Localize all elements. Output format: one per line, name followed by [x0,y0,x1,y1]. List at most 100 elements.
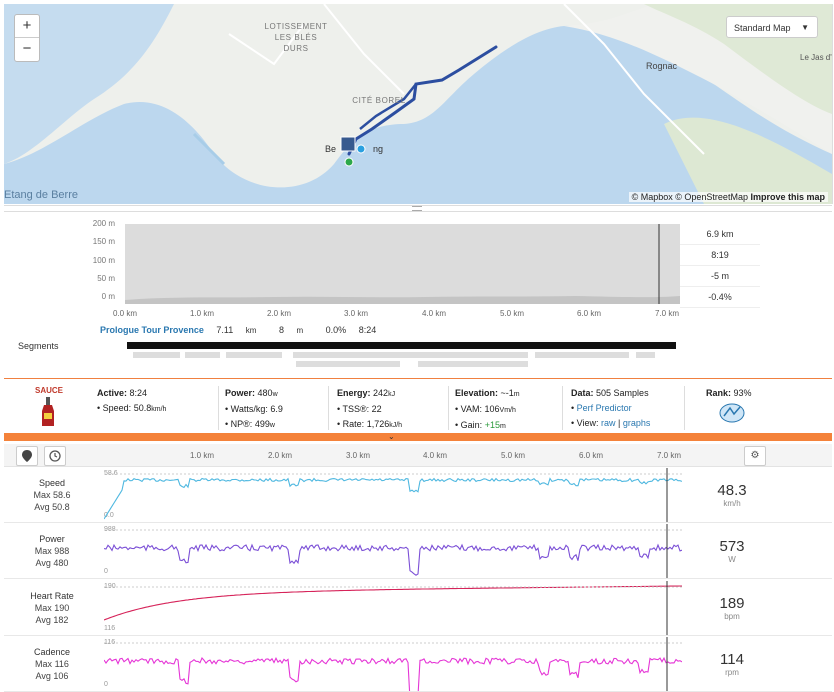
power-value: 480 [257,388,273,398]
rank-badge-icon[interactable] [718,402,746,424]
stream-max-value: 58.6 [53,490,71,500]
segment-bar[interactable] [535,352,629,358]
segment-name[interactable]: Prologue Tour Provence [100,325,204,335]
map-pin-icon[interactable] [16,446,38,466]
stream-row: CadenceMax 116Avg 1061160114rpm [4,637,832,692]
segment-bar[interactable] [418,361,528,367]
column-divider [218,386,219,430]
clock-icon[interactable] [44,446,66,466]
stream-x-tick: 6.0 km [578,451,603,460]
selection-stats: 6.9 km 8:19 -5 m -0.4% [680,224,760,308]
segment-bar[interactable] [133,352,180,358]
column-divider [328,386,329,430]
chevron-down-icon[interactable]: ⌄ [388,432,395,441]
stream-title: Speed [38,478,66,488]
segment-grade: 0.0% [325,325,347,335]
column-divider [448,386,449,430]
data-label: Data: [571,388,594,398]
np-label: NP®: [230,419,253,429]
power-column: Power: 480w • Watts/kg: 6.9 • NP®: 499w [225,388,283,429]
map-zoom-control: + − [14,14,40,62]
sauce-bottle-icon[interactable] [40,397,56,427]
stream-avg-value: 480 [53,558,69,568]
sauce-logo-label: SAUCE [35,386,64,395]
stream-max-label: Max [34,603,52,613]
stream-title: Power [39,534,65,544]
zoom-in-button[interactable]: + [15,15,39,38]
stream-current-unit: km/h [723,499,741,508]
column-divider [684,386,685,430]
stream-chart[interactable] [104,637,682,691]
stream-row: Speed Max 58.6 Avg 50.8 58.6 0.0 48.3 km/h [4,468,832,523]
stream-line [104,656,682,691]
map-label-les-bles: LES BLÉS [274,33,318,42]
energy-column: Energy: 242kJ • TSS®: 22 • Rate: 1,726kJ… [337,388,403,429]
segment-bar[interactable] [226,352,282,358]
stream-max: Max 116 [4,658,100,670]
stream-avg: Avg 106 [4,670,100,682]
gain-label: Gain: [460,420,483,430]
segments-label: Segments [18,341,59,351]
stream-max-label: Max [34,546,52,556]
stream-chart[interactable] [104,524,682,578]
stream-max: Max 190 [4,602,100,614]
osm-link[interactable]: © OpenStreetMap [675,192,748,202]
segment-bar[interactable] [636,352,655,358]
elev-x-tick: 0.0 km [112,309,137,318]
raw-link[interactable]: raw [601,418,616,428]
segment-row[interactable]: Prologue Tour Provence 7.11 km 8 m 0.0% … [100,325,386,335]
rank-value: 93% [733,388,752,398]
gain-unit: m [499,423,506,430]
streams-x-axis: 1.0 km 2.0 km 3.0 km 4.0 km 5.0 km 6.0 k… [100,451,681,463]
stream-x-tick: 2.0 km [267,451,292,460]
segment-distance-unit: km [245,326,257,335]
segment-bar[interactable] [185,352,220,358]
stream-x-tick: 7.0 km [656,451,681,460]
power-label: Power: [225,388,256,398]
stream-label: Speed Max 58.6 Avg 50.8 [4,477,100,513]
stream-current-value: 573 [719,538,745,555]
segment-bar[interactable] [296,361,400,367]
segment-elevation: 8 m [279,325,313,335]
map-style-select[interactable]: Standard Map ▼ [726,16,818,38]
stream-title: Heart Rate [30,591,74,601]
stream-max: Max 988 [4,545,100,557]
energy-label: Energy: [337,388,371,398]
map-label-berre-start: Be [325,144,337,154]
stream-avg: Avg 50.8 [4,501,100,513]
data-value: 505 Samples [596,388,649,398]
resize-grip-icon[interactable] [412,206,422,211]
elevation-chart[interactable] [125,224,680,306]
elevation-label: Elevation: [455,388,499,398]
stream-chart[interactable] [104,468,682,522]
perf-predictor-link[interactable]: Perf Predictor [577,403,632,413]
elev-x-tick: 1.0 km [189,309,214,318]
segment-time: 8:24 [358,325,377,335]
mapbox-link[interactable]: © Mapbox [632,192,673,202]
wkg-label: Watts/kg: [230,404,268,414]
zoom-out-button[interactable]: − [15,38,39,60]
stream-max-value: 116 [54,659,69,669]
stream-avg-label: Avg [35,671,51,681]
route-map[interactable]: + − Standard Map ▼ LOTISSEMENT LES BLÉS D… [4,4,833,204]
stream-label: Cadence Max 116 Avg 106 [4,646,100,682]
map-label-berre-end: ng [373,144,384,154]
improve-map-link[interactable]: Improve this map [750,192,825,202]
segment-elevation-unit: m [296,326,304,335]
stream-line [104,585,682,621]
energy-unit: kJ [388,391,396,398]
segment-elevation-value: 8 [278,325,284,335]
elevation-unit: m [513,391,520,398]
panel-toggle-bar[interactable] [4,433,832,441]
stream-chart[interactable] [104,581,682,635]
segment-distance: 7.11 km [216,325,266,335]
graphs-link[interactable]: graphs [623,418,651,428]
segment-bar[interactable] [293,352,528,358]
rank-label: Rank: [706,388,732,398]
map-label-etang-de-berre: Etang de Berre [4,189,78,201]
map-style-label: Standard Map [734,23,791,33]
stream-x-tick: 4.0 km [422,451,447,460]
elev-x-tick: 3.0 km [343,309,368,318]
settings-gear-icon[interactable]: ⚙ [744,446,766,466]
segment-bar-main[interactable] [127,342,676,349]
